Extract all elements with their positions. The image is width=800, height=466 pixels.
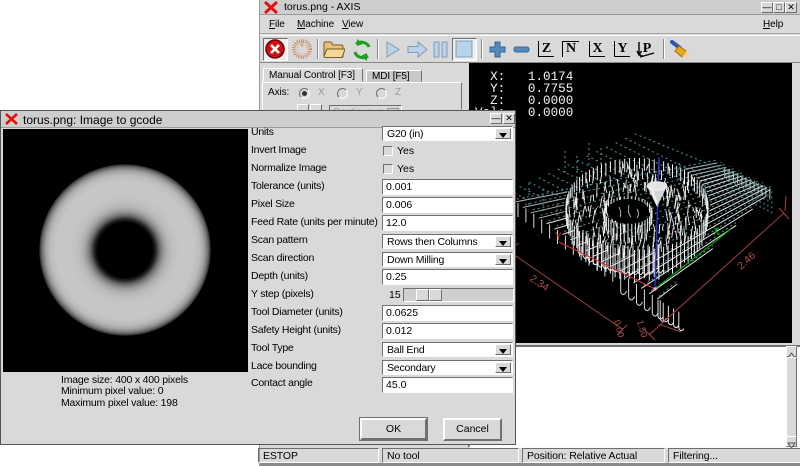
svg-text:Y: Y	[555, 232, 562, 244]
svg-text:0.00: 0.00	[612, 319, 626, 339]
svg-text:X: X	[713, 227, 720, 239]
svg-text:2.34: 2.34	[527, 273, 551, 294]
svg-text:1.50: 1.50	[635, 319, 649, 339]
svg-text:2.46: 2.46	[735, 250, 758, 273]
